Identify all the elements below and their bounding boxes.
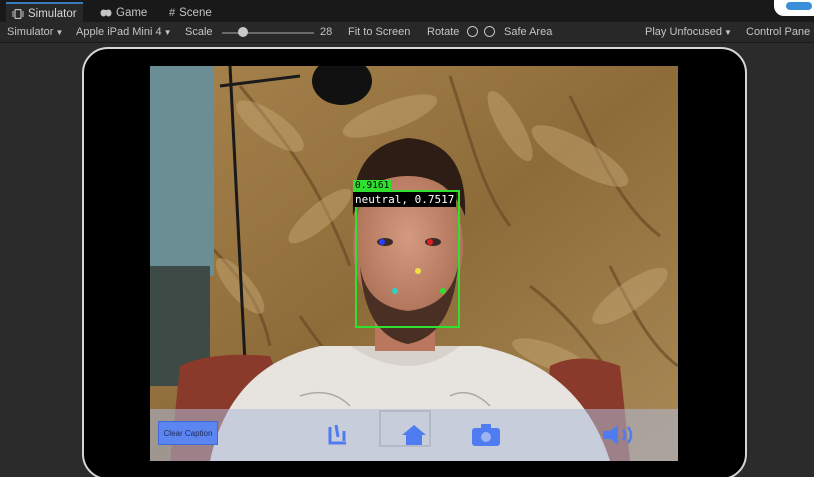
scale-label: Scale bbox=[185, 26, 213, 38]
mode-dropdown-label: Simulator bbox=[7, 26, 54, 38]
rotate-label: Rotate bbox=[427, 26, 460, 38]
tab-bar: Simulator Game # Scene bbox=[0, 0, 814, 24]
device-icon bbox=[12, 9, 24, 19]
app-bottom-bar: Clear Caption bbox=[150, 409, 678, 461]
face-detection-box bbox=[355, 190, 460, 328]
flip-camera-icon[interactable] bbox=[324, 423, 352, 447]
device-dropdown-label: Apple iPad Mini 4 bbox=[76, 26, 162, 38]
home-icon[interactable] bbox=[400, 423, 428, 447]
emotion-label: neutral, 0.7517 bbox=[353, 192, 457, 207]
tab-simulator-label: Simulator bbox=[28, 8, 77, 20]
tab-simulator[interactable]: Simulator bbox=[6, 2, 83, 24]
scale-value: 28 bbox=[320, 26, 333, 38]
tab-scene[interactable]: # Scene bbox=[169, 4, 212, 22]
gamepad-icon bbox=[100, 9, 112, 17]
mode-dropdown[interactable]: Simulator ▼ bbox=[7, 25, 63, 40]
camera-icon[interactable] bbox=[471, 423, 501, 447]
chevron-down-icon: ▼ bbox=[724, 28, 732, 37]
safe-area-toggle[interactable]: Safe Area bbox=[504, 25, 552, 39]
speaker-icon[interactable] bbox=[601, 423, 635, 447]
fit-to-screen-button[interactable]: Fit to Screen bbox=[348, 25, 410, 39]
play-mode-dropdown[interactable]: Play Unfocused ▼ bbox=[645, 25, 732, 40]
scale-slider-handle[interactable] bbox=[238, 27, 248, 37]
confidence-label: 0.9161 bbox=[353, 180, 392, 192]
rotate-left-icon[interactable] bbox=[465, 25, 480, 39]
tab-scene-label: Scene bbox=[179, 7, 212, 19]
scale-slider[interactable] bbox=[222, 32, 314, 34]
tab-game-label: Game bbox=[116, 7, 148, 19]
tab-game[interactable]: Game bbox=[100, 4, 147, 22]
simulator-toolbar: Simulator ▼ Apple iPad Mini 4 ▼ Scale 28 F… bbox=[0, 22, 814, 43]
play-mode-label: Play Unfocused bbox=[645, 26, 723, 38]
unity-editor-window: Simulator Game # Scene Simulator ▼ Apple … bbox=[0, 0, 814, 477]
hash-icon: # bbox=[169, 7, 176, 19]
chevron-down-icon: ▼ bbox=[163, 28, 172, 37]
control-pane-button[interactable]: Control Pane bbox=[746, 25, 810, 39]
clear-caption-button[interactable]: Clear Caption bbox=[158, 421, 218, 445]
chevron-down-icon: ▼ bbox=[55, 28, 64, 37]
device-screen[interactable]: 0.9161 neutral, 0.7517 Clear Caption bbox=[150, 66, 678, 461]
rotate-right-icon[interactable] bbox=[482, 25, 497, 39]
corner-button[interactable] bbox=[774, 0, 814, 16]
device-dropdown[interactable]: Apple iPad Mini 4 ▼ bbox=[76, 25, 172, 40]
